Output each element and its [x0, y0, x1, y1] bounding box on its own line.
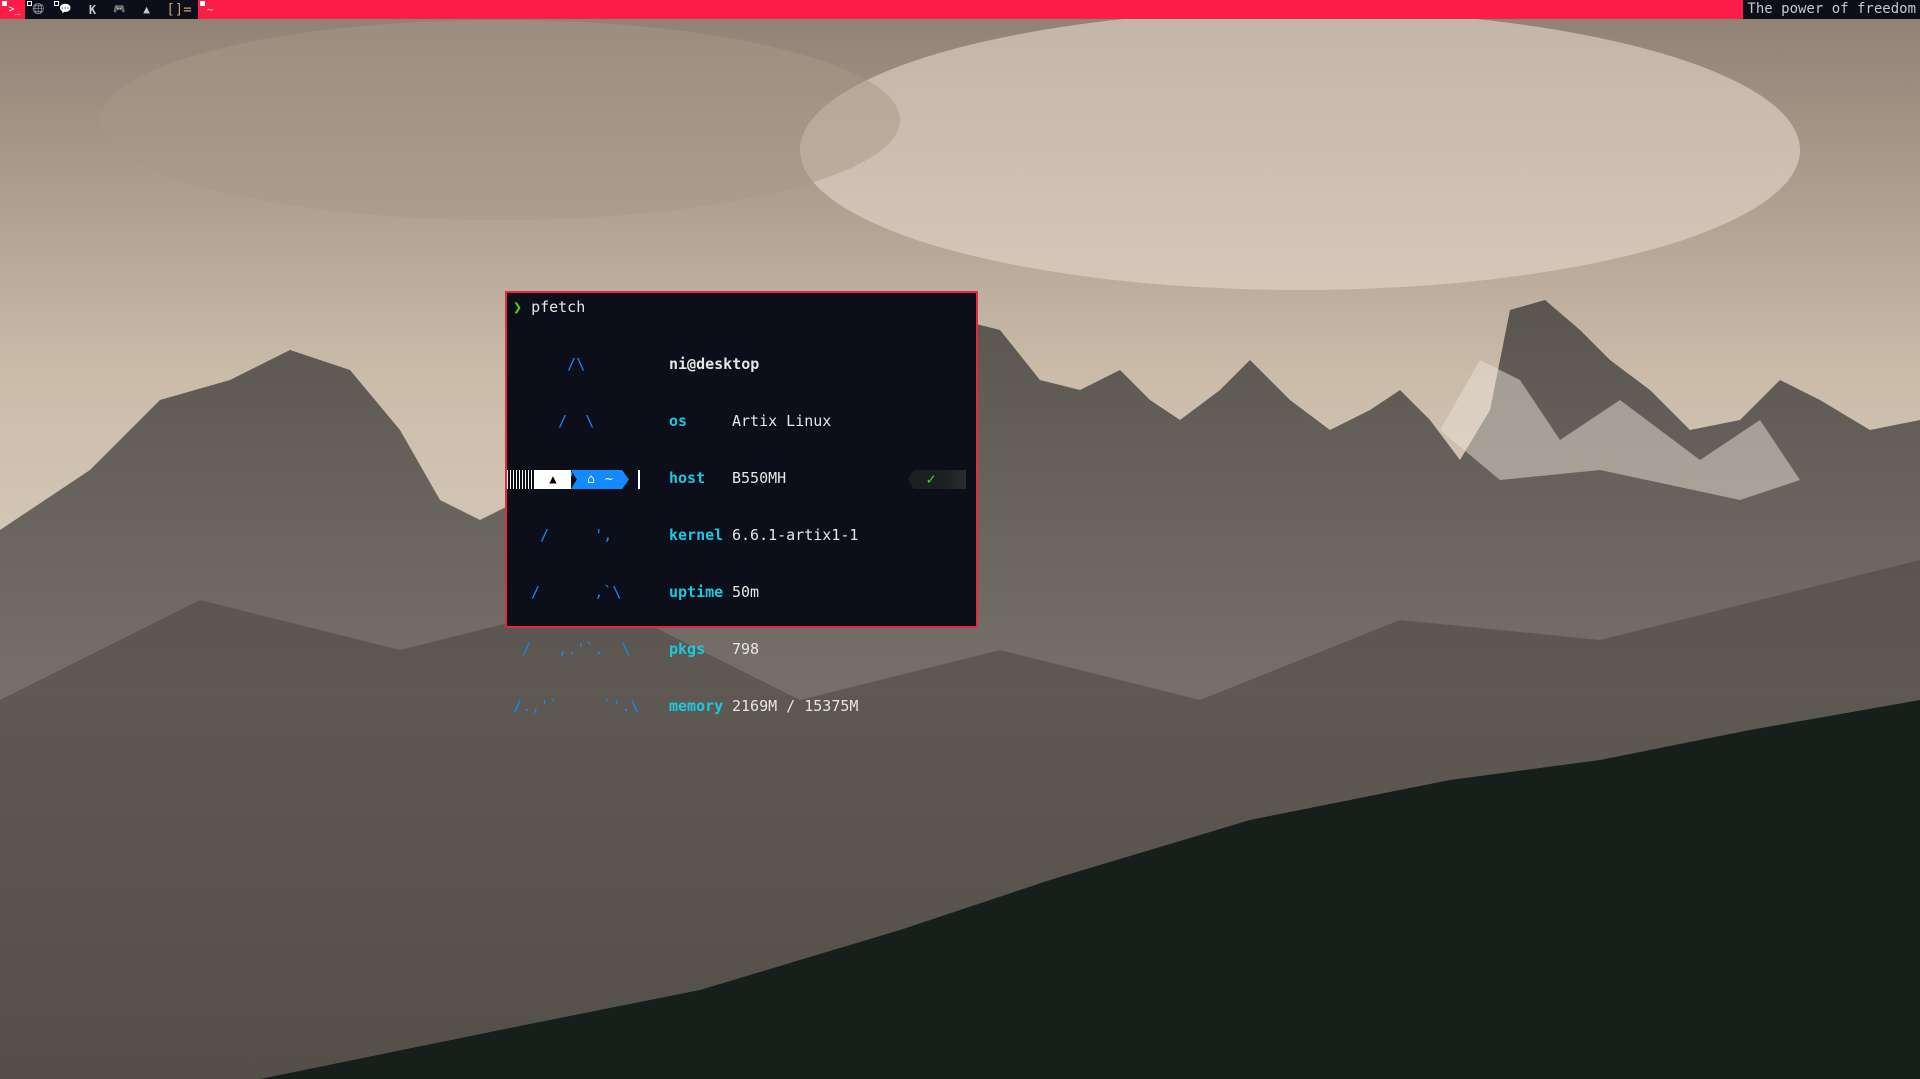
- system-info: ni@desktop os Artix Linux host B550MH kern…: [669, 317, 858, 754]
- info-os: os Artix Linux: [669, 412, 858, 431]
- text-cursor: [638, 470, 640, 489]
- status-segment: ✓: [908, 470, 966, 489]
- info-uptime: uptime 50m: [669, 583, 858, 602]
- workspace-1[interactable]: >_: [0, 0, 25, 19]
- info-pkgs: pkgs 798: [669, 640, 858, 659]
- workspace-2[interactable]: 🌐: [25, 0, 52, 19]
- art-line: / ,.'`. \: [513, 640, 631, 658]
- occupied-indicator: [27, 1, 32, 6]
- artix-icon: ▲: [143, 3, 150, 16]
- home-icon: ⌂: [587, 472, 595, 487]
- current-dir: ~: [605, 472, 613, 487]
- dir-segment: ⌂ ~: [571, 470, 629, 489]
- command-text: pfetch: [531, 298, 586, 316]
- info-label: pkgs: [669, 640, 706, 658]
- command-line: ❯ pfetch: [507, 298, 976, 317]
- art-line: / ,`\: [513, 583, 622, 601]
- status-text: The power of freedom: [1743, 0, 1920, 19]
- status-bar: >_ 🌐 💬 K 🎮 ▲ []= ~ The power of freedom: [0, 0, 1920, 19]
- art-line: /\: [513, 355, 586, 373]
- terminal-window[interactable]: ❯ pfetch /\ / \ /`'.,\ / ', / ,`\ / ,.'`…: [505, 291, 978, 715]
- info-memory: memory 2169M / 15375M: [669, 697, 858, 716]
- workspace-3[interactable]: 💬: [52, 0, 79, 19]
- os-segment: ▲: [535, 470, 571, 489]
- chat-icon: 💬: [59, 4, 72, 15]
- globe-icon: 🌐: [32, 4, 45, 15]
- gamepad-icon: 🎮: [113, 4, 126, 15]
- window-title-segment: ~: [198, 0, 218, 19]
- prompt-symbol: ❯: [513, 298, 523, 316]
- workspace-4[interactable]: K: [79, 0, 106, 19]
- info-value: 50m: [732, 583, 760, 601]
- artix-logo-ascii: /\ / \ /`'.,\ / ', / ,`\ / ,.'`. \ /.,'`…: [513, 317, 639, 754]
- workspace-5[interactable]: 🎮: [106, 0, 133, 19]
- info-value: 2169M / 15375M: [732, 697, 859, 715]
- info-kernel: kernel 6.6.1-artix1-1: [669, 526, 858, 545]
- info-label: memory: [669, 697, 724, 715]
- art-line: / ',: [513, 526, 613, 544]
- info-value: Artix Linux: [732, 412, 832, 430]
- info-label: os: [669, 412, 688, 430]
- workspace-6[interactable]: ▲: [133, 0, 160, 19]
- shell-prompt[interactable]: ▲ ⌂ ~ ✓: [507, 470, 976, 489]
- info-label: uptime: [669, 583, 724, 601]
- editor-icon: K: [88, 2, 97, 17]
- layout-indicator[interactable]: []=: [160, 0, 198, 19]
- occupied-indicator: [54, 1, 59, 6]
- prompt-dither: [507, 470, 535, 489]
- occupied-indicator: [200, 1, 205, 6]
- info-value: 6.6.1-artix1-1: [732, 526, 859, 544]
- info-label: kernel: [669, 526, 724, 544]
- occupied-indicator: [2, 1, 7, 6]
- user-host: ni@desktop: [669, 355, 760, 373]
- info-value: 798: [732, 640, 760, 658]
- check-icon: ✓: [926, 470, 936, 488]
- art-line: /.,'` `'.\: [513, 697, 640, 715]
- art-line: / \: [513, 412, 595, 430]
- artix-icon: ▲: [549, 472, 557, 486]
- layout-symbol: []=: [166, 1, 192, 18]
